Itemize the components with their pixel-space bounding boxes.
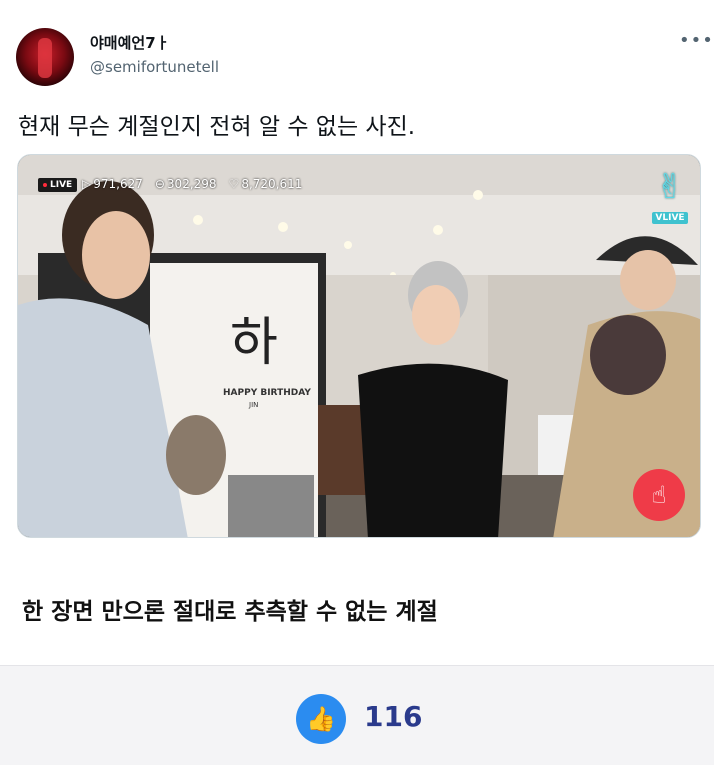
comments-stat: ⊖ 302,298 xyxy=(155,177,217,191)
avatar[interactable] xyxy=(16,28,74,86)
play-icon: ▷ xyxy=(82,177,92,191)
live-badge: LIVE xyxy=(38,178,78,192)
reaction-bar: 👍 116 xyxy=(0,665,714,765)
comments-count: 302,298 xyxy=(166,177,217,191)
tweet-text: 현재 무슨 계절인지 전혀 알 수 없는 사진. xyxy=(18,114,416,140)
like-count: 116 xyxy=(364,700,423,733)
banner-text-line2: JIN xyxy=(249,401,259,409)
comment-icon: ⊖ xyxy=(154,177,165,191)
handle[interactable]: @semifortunetell xyxy=(90,58,219,76)
heart-outline-icon: ♡ xyxy=(228,177,240,191)
live-stats: ▷ 971,627 ⊖ 302,298 ♡ 8,720,611 xyxy=(82,177,302,191)
views-count: 971,627 xyxy=(93,177,143,191)
tweet-card: 야매예언7ㅏ @semifortunetell ••• 현재 무슨 계절인지 전… xyxy=(0,0,714,665)
views-stat: ▷ 971,627 xyxy=(82,177,143,191)
hearts-count: 8,720,611 xyxy=(241,177,303,191)
media-image[interactable]: LIVE ▷ 971,627 ⊖ 302,298 ♡ 8,720,611 ✌ VLIV… xyxy=(17,154,701,538)
banner-text-line1: HAPPY BIRTHDAY xyxy=(223,388,311,398)
display-name[interactable]: 야매예언7ㅏ xyxy=(90,32,169,53)
more-horizontal-icon[interactable]: ••• xyxy=(679,30,714,51)
banner-character: 하 xyxy=(230,313,278,373)
vlive-label: VLIVE xyxy=(652,212,688,224)
caption: 한 장면 만으론 절대로 추측할 수 없는 계절 xyxy=(22,599,438,625)
vlive-logo: ✌ VLIVE xyxy=(648,167,692,224)
v-hand-icon: ✌ xyxy=(655,167,685,207)
thumbs-up-icon[interactable]: 👍 xyxy=(296,694,346,744)
photo-scene xyxy=(18,155,700,537)
finger-heart-icon[interactable]: ☝ xyxy=(633,469,685,521)
hearts-stat: ♡ 8,720,611 xyxy=(229,177,303,191)
